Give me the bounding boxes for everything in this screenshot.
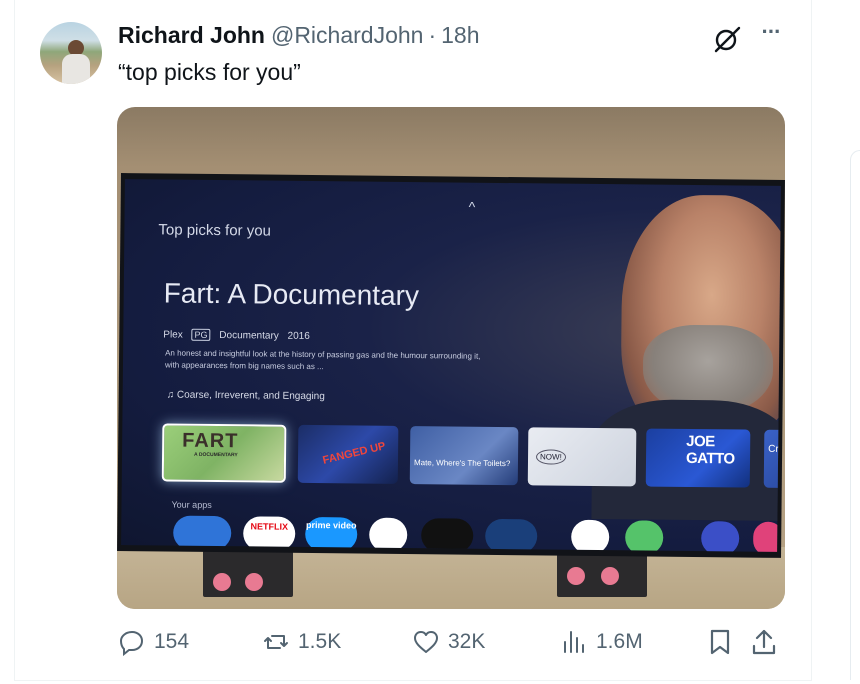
author-handle[interactable]: @RichardJohn <box>271 22 423 49</box>
app-icon <box>485 518 538 552</box>
grok-icon[interactable] <box>712 24 742 54</box>
avatar-body <box>62 54 90 84</box>
views-button[interactable]: 1.6M <box>560 628 643 656</box>
separator-dot: · <box>428 22 437 48</box>
feature-description: An honest and insightful look at the his… <box>164 348 481 372</box>
prime-video-app: prime video <box>305 516 358 552</box>
share-icon <box>752 629 776 655</box>
toy-figure <box>567 567 585 585</box>
view-count: 1.6M <box>596 630 643 653</box>
section-label: Top picks for you <box>158 221 272 240</box>
reply-icon <box>119 630 144 656</box>
more-icon[interactable]: ··· <box>756 20 786 50</box>
repost-count: 1.5K <box>298 630 342 653</box>
app-icon <box>625 520 664 552</box>
bookmark-button[interactable] <box>706 628 742 656</box>
tile-now: NOW! <box>527 427 637 487</box>
tile-title: JOE GATTO <box>685 432 735 468</box>
toy-figure <box>213 573 231 591</box>
bt-app <box>701 521 740 552</box>
provider: Plex <box>163 329 183 341</box>
avatar[interactable] <box>40 22 102 84</box>
app-icon <box>753 521 781 552</box>
timestamp[interactable]: 18h <box>441 22 479 49</box>
toy-figure <box>245 573 263 591</box>
tweet-photo[interactable]: ^ Top picks for you Fart: A Documentary … <box>117 107 785 609</box>
feature-tags: ♫ Coarse, Irreverent, and Engaging <box>166 389 325 403</box>
tile-title: FART <box>182 429 239 453</box>
tv-screen: ^ Top picks for you Fart: A Documentary … <box>121 179 781 552</box>
like-count: 32K <box>448 630 486 653</box>
apps-label: Your apps <box>171 499 212 510</box>
tv-frame: ^ Top picks for you Fart: A Documentary … <box>117 173 785 558</box>
chevron-up-icon: ^ <box>468 198 476 215</box>
reply-button[interactable]: 154 <box>118 628 189 656</box>
like-button[interactable]: 32K <box>412 628 485 656</box>
sidebar-edge <box>850 150 860 680</box>
share-button[interactable] <box>750 628 786 656</box>
tile-subtitle: A DOCUMENTARY <box>194 451 238 459</box>
genre: Documentary <box>219 330 279 342</box>
reply-count: 154 <box>154 630 190 653</box>
views-icon <box>564 631 584 653</box>
tile-title: Mate, Where's The Toilets? <box>413 458 511 469</box>
tile-fart: FART A DOCUMENTARY <box>161 423 287 483</box>
toy-figure <box>601 567 619 585</box>
tweet-text: “top picks for you” <box>118 59 301 85</box>
feature-meta: Plex PG Documentary 2016 <box>163 328 310 342</box>
bookmark-icon <box>710 629 730 655</box>
rating-badge: PG <box>191 328 211 341</box>
apple-tv-app <box>421 518 474 552</box>
youtube-app <box>369 517 408 552</box>
tile-mate-toilets: Mate, Where's The Toilets? <box>409 426 519 486</box>
repost-button[interactable]: 1.5K <box>262 628 341 656</box>
tile-title: Cru <box>768 443 781 455</box>
tile-joe-gatto: JOE GATTO <box>645 428 751 488</box>
tags-text: Coarse, Irreverent, and Engaging <box>176 389 325 403</box>
tile-fanged-up: FANGED UP <box>297 424 399 484</box>
app-icon <box>173 515 232 551</box>
gift-app <box>571 519 610 552</box>
tile-partial: Cru <box>763 429 781 489</box>
tile-title: NOW! <box>535 449 566 465</box>
feature-title: Fart: A Documentary <box>163 277 420 312</box>
repost-icon <box>264 635 288 649</box>
like-icon <box>414 631 438 653</box>
tweet-header: Richard John @RichardJohn · 18h <box>118 22 480 49</box>
year: 2016 <box>287 330 310 342</box>
tile-title: FANGED UP <box>321 440 387 467</box>
netflix-app: NETFLIX <box>243 516 296 551</box>
author-name[interactable]: Richard John <box>118 22 265 49</box>
